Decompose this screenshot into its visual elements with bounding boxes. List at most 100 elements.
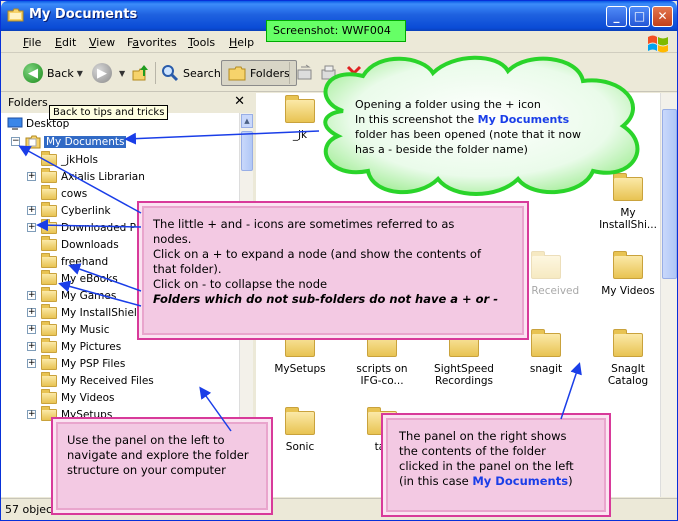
tree-item[interactable]: + My PSP Files <box>27 354 126 372</box>
tree-item[interactable]: + Cyberlink <box>27 201 111 219</box>
expand-node-icon[interactable]: + <box>27 342 36 351</box>
up-folder-button[interactable] <box>131 60 151 86</box>
tree-item[interactable]: My eBooks <box>27 269 118 287</box>
screenshot-label: Screenshot: WWF004 <box>266 20 406 42</box>
menu-edit[interactable]: Edit <box>55 36 76 49</box>
menu-edit-key: E <box>55 36 62 49</box>
collapse-node-icon[interactable]: − <box>11 137 20 146</box>
search-button[interactable]: Search <box>161 60 221 86</box>
file-item[interactable]: SnagIt Catalog <box>588 329 668 387</box>
file-label-line2: InstallShi... <box>599 219 657 231</box>
file-label-line2: Catalog <box>607 375 649 387</box>
tree-item[interactable]: + My InstallShiel <box>27 303 137 321</box>
folder-icon <box>41 184 57 200</box>
folders-button[interactable]: Folders <box>221 60 297 86</box>
folder-icon <box>41 354 57 370</box>
tree-label: My eBooks <box>61 272 118 285</box>
cloud-callout: Opening a folder using the + icon In thi… <box>303 51 659 201</box>
menu-file[interactable]: File <box>23 36 41 49</box>
tree-item[interactable]: + My Pictures <box>27 337 121 355</box>
folder-icon <box>41 269 57 285</box>
file-label: MySetups <box>274 363 326 375</box>
folder-icon <box>41 388 57 404</box>
tree-label: My InstallShiel <box>61 306 137 319</box>
tree-item[interactable]: + Downloaded P <box>27 218 136 236</box>
file-item[interactable]: My Videos <box>588 251 668 297</box>
file-label-line2: IFG-co... <box>360 375 404 387</box>
expand-node-icon[interactable]: + <box>27 223 36 232</box>
tree-item-my-documents[interactable]: − My Documents <box>11 133 127 150</box>
left-panel-callout: Use the panel on the left to navigate an… <box>51 417 273 515</box>
forward-arrow-icon: ▶ <box>92 63 112 83</box>
expand-node-icon[interactable]: + <box>27 206 36 215</box>
file-item[interactable]: SightSpeed Recordings <box>424 329 504 387</box>
close-button[interactable]: ✕ <box>652 6 673 27</box>
tree-label: Cyberlink <box>61 204 111 217</box>
menu-view-rest: iew <box>96 36 116 49</box>
maximize-button[interactable]: □ <box>629 6 650 27</box>
folder-icon <box>613 251 643 279</box>
file-label: snagit <box>529 363 563 375</box>
folder-icon <box>228 66 246 81</box>
desktop-icon <box>7 117 23 130</box>
scroll-thumb[interactable] <box>662 109 677 279</box>
folder-icon <box>41 252 57 268</box>
close-pane-icon[interactable]: ✕ <box>234 94 245 109</box>
tree-item[interactable]: + Axialis Librarian <box>27 167 145 185</box>
callout-line: The little + and - icons are sometimes r… <box>153 217 455 231</box>
tree-item[interactable]: Downloads <box>27 235 119 253</box>
menu-view[interactable]: View <box>89 36 115 49</box>
folders-label: Folders <box>250 66 290 80</box>
scroll-up-icon[interactable]: ▲ <box>241 114 253 128</box>
tree-item[interactable]: My Videos <box>27 388 115 406</box>
minimize-button[interactable]: _ <box>606 6 627 27</box>
callout-line: the contents of the folder <box>399 444 546 458</box>
tree-label: freehand <box>61 255 109 268</box>
menu-tools[interactable]: Tools <box>188 36 215 49</box>
chevron-down-icon: ▼ <box>76 68 83 78</box>
menu-file-rest: ile <box>28 36 42 49</box>
tree-label: Downloaded P <box>61 221 136 234</box>
nodes-callout: The little + and - icons are sometimes r… <box>137 201 529 340</box>
my-documents-icon <box>25 135 41 148</box>
menu-help-rest: elp <box>237 36 255 49</box>
back-button[interactable]: ◀ Back ▼ <box>23 60 83 86</box>
expand-node-icon[interactable]: + <box>27 291 36 300</box>
tree-label: cows <box>61 187 88 200</box>
tree-item[interactable]: + My Music <box>27 320 110 338</box>
files-scrollbar[interactable] <box>660 93 677 497</box>
menu-favorites[interactable]: Favorites <box>127 36 177 49</box>
tree-item[interactable]: My Received Files <box>27 371 154 389</box>
back-arrow-icon: ◀ <box>23 63 43 83</box>
tree-item[interactable]: freehand <box>27 252 109 270</box>
expand-node-icon[interactable]: + <box>27 410 36 419</box>
folder-icon <box>41 303 57 319</box>
tree-label: My PSP Files <box>61 357 126 370</box>
tree-label-selected: My Documents <box>44 135 127 148</box>
cloud-text: Opening a folder using the + icon In thi… <box>355 97 605 157</box>
expand-node-icon[interactable]: + <box>27 325 36 334</box>
folder-icon <box>531 329 561 357</box>
forward-button[interactable]: ▶ ▼ <box>92 60 125 86</box>
folder-icon <box>41 337 57 353</box>
expand-node-icon[interactable]: + <box>27 172 36 181</box>
tree-item[interactable]: _jkHols <box>27 150 98 168</box>
tree-item[interactable]: cows <box>27 184 88 202</box>
file-label: SightSpeed <box>434 363 494 375</box>
scroll-thumb[interactable] <box>241 131 253 171</box>
back-to-tips-tooltip[interactable]: Back to tips and tricks <box>49 105 169 120</box>
file-item[interactable]: scripts on IFG-co... <box>342 329 422 387</box>
folder-icon <box>7 8 24 22</box>
callout-line: that folder). <box>153 262 222 276</box>
folder-icon <box>41 320 57 336</box>
expand-node-icon[interactable]: + <box>27 308 36 317</box>
expand-node-icon[interactable]: + <box>27 359 36 368</box>
file-label: My Videos <box>601 285 655 297</box>
menu-help[interactable]: Help <box>229 36 254 49</box>
cloud-line-bold: My Documents <box>477 113 570 126</box>
nodes-callout-text: The little + and - icons are sometimes r… <box>153 217 517 307</box>
tree-label: My Music <box>61 323 110 336</box>
tree-item[interactable]: + My Games <box>27 286 116 304</box>
tree-label: _jkHols <box>61 153 98 166</box>
folder-icon <box>41 286 57 302</box>
